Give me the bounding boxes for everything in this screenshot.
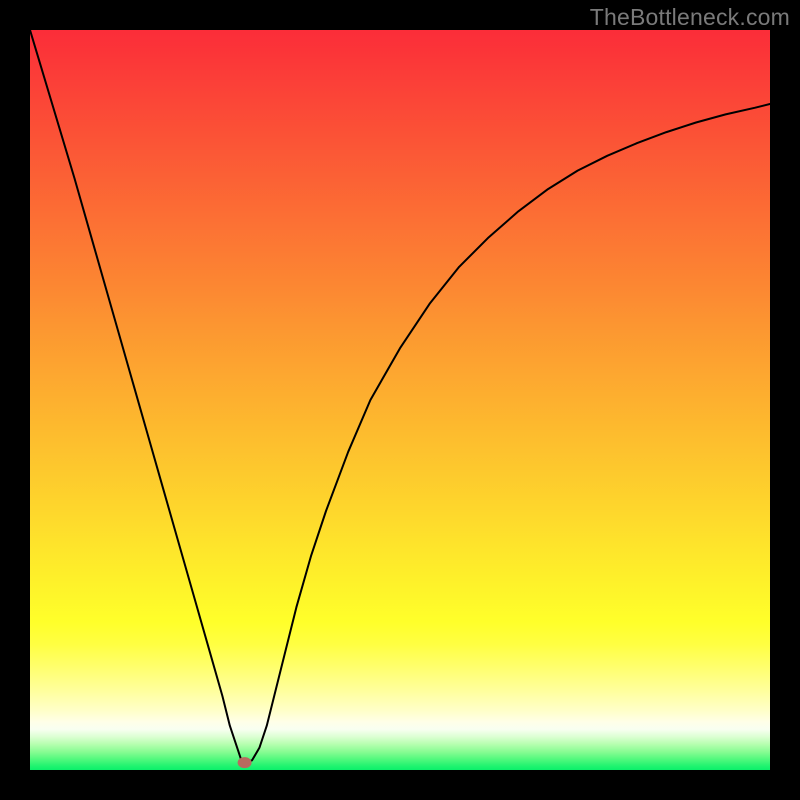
chart-background [30,30,770,770]
optimal-point-marker [238,757,252,768]
chart-plot-area [30,30,770,770]
chart-frame: TheBottleneck.com [0,0,800,800]
watermark-text: TheBottleneck.com [590,4,790,31]
chart-svg [30,30,770,770]
